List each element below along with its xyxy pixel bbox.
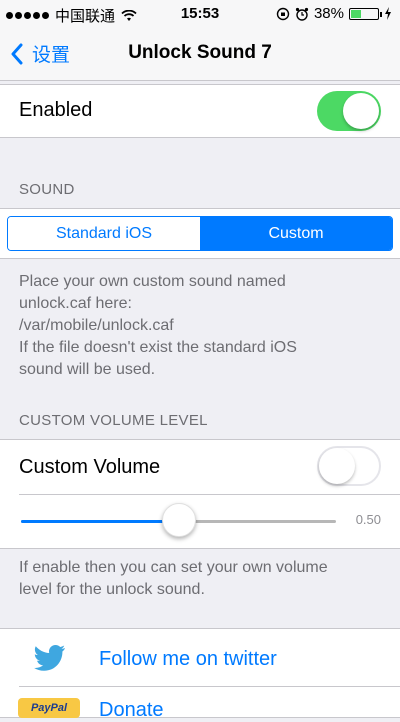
divider bbox=[19, 686, 400, 687]
segment-standard-ios[interactable]: Standard iOS bbox=[8, 217, 200, 250]
status-icons: 38% bbox=[276, 5, 392, 22]
volume-section-header: CUSTOM VOLUME LEVEL bbox=[19, 412, 208, 429]
footer-line: level for the unlock sound. bbox=[19, 581, 205, 598]
donate-link[interactable]: Donate bbox=[99, 699, 164, 722]
slider-fill bbox=[21, 520, 179, 523]
enabled-row: Enabled bbox=[0, 84, 400, 138]
footer-line: If enable then you can set your own volu… bbox=[19, 559, 328, 576]
footer-line: unlock.caf here: bbox=[19, 295, 132, 312]
enabled-toggle[interactable] bbox=[317, 91, 381, 131]
segment-custom[interactable]: Custom bbox=[200, 217, 392, 250]
footer-line: If the file doesn't exist the standard i… bbox=[19, 339, 297, 356]
slider-thumb[interactable] bbox=[161, 503, 196, 537]
alarm-icon bbox=[295, 7, 309, 21]
charging-icon bbox=[385, 7, 391, 20]
enabled-label: Enabled bbox=[19, 99, 93, 121]
rotation-lock-icon bbox=[276, 7, 290, 20]
volume-footer: If enable then you can set your own volu… bbox=[19, 557, 379, 601]
sound-segmented-control: Standard iOS Custom bbox=[7, 216, 393, 251]
navigation-bar: 设置 Unlock Sound 7 bbox=[0, 28, 400, 81]
custom-volume-toggle[interactable] bbox=[317, 446, 381, 486]
footer-line: sound will be used. bbox=[19, 361, 156, 378]
twitter-row[interactable]: Follow me on twitter bbox=[0, 629, 400, 686]
battery-icon bbox=[349, 7, 382, 20]
twitter-link[interactable]: Follow me on twitter bbox=[99, 648, 277, 671]
paypal-logo-icon: PayPal bbox=[18, 698, 80, 718]
twitter-bird-icon bbox=[34, 645, 65, 671]
footer-line: Place your own custom sound named bbox=[19, 273, 286, 290]
battery-percentage: 38% bbox=[313, 5, 344, 22]
volume-group: Custom Volume bbox=[0, 439, 400, 549]
divider bbox=[19, 494, 400, 495]
status-bar: 中国联通 15:53 38% bbox=[0, 0, 400, 28]
sound-footer: Place your own custom sound named unlock… bbox=[19, 271, 379, 381]
slider-value: 0.50 bbox=[355, 512, 381, 527]
volume-slider[interactable] bbox=[21, 503, 336, 537]
footer-line: /var/mobile/unlock.caf bbox=[19, 317, 174, 334]
custom-volume-label: Custom Volume bbox=[19, 456, 161, 478]
page-title: Unlock Sound 7 bbox=[128, 42, 272, 63]
sound-section-header: SOUND bbox=[19, 181, 75, 198]
